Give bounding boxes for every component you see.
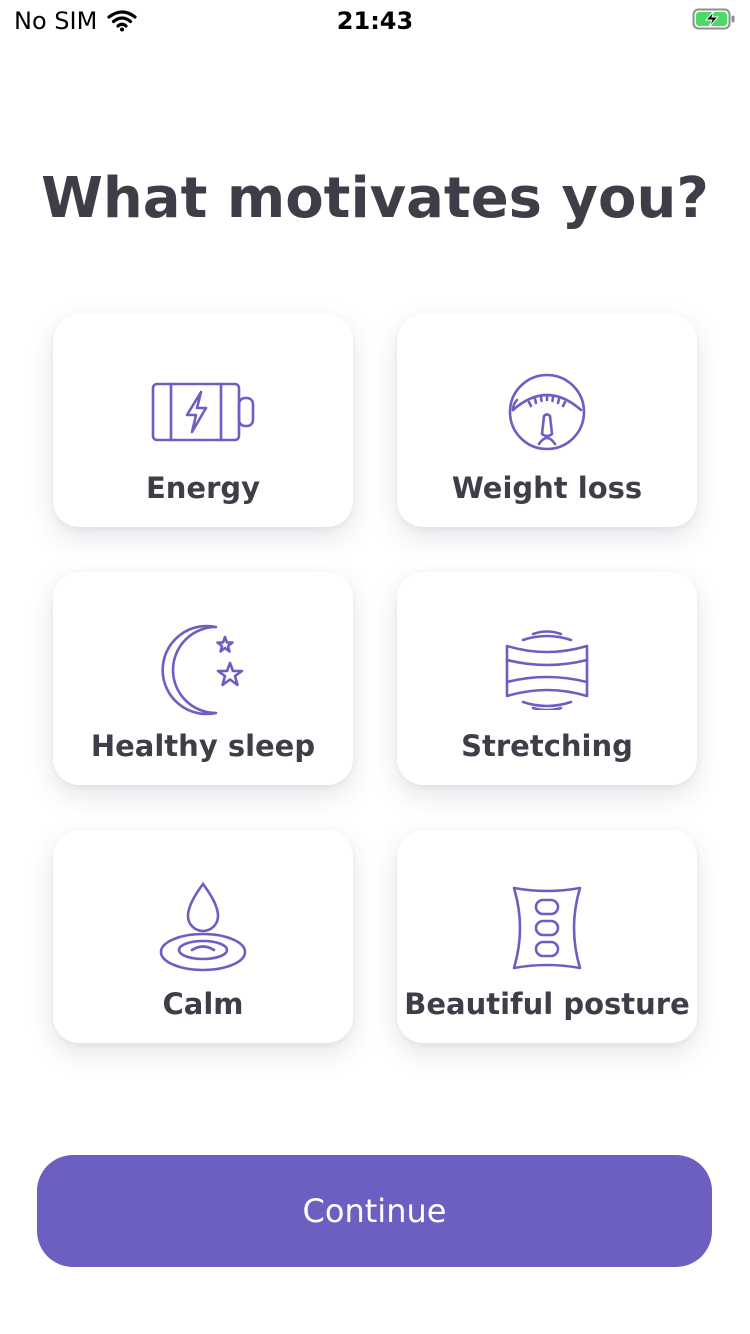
- option-beautiful-posture[interactable]: Beautiful posture: [397, 830, 697, 1043]
- battery-charging-icon: [692, 8, 735, 30]
- option-label: Calm: [162, 987, 244, 1021]
- option-energy[interactable]: Energy: [53, 314, 353, 527]
- continue-button[interactable]: Continue: [37, 1155, 712, 1267]
- option-label: Weight loss: [451, 471, 643, 505]
- status-bar: No SIM 21:43: [0, 0, 750, 40]
- status-time: 21:43: [336, 7, 414, 35]
- option-label: Beautiful posture: [404, 987, 690, 1021]
- stretch-icon: [397, 620, 697, 720]
- spine-icon: [397, 878, 697, 978]
- option-healthy-sleep[interactable]: Healthy sleep: [53, 572, 353, 785]
- option-label: Stretching: [461, 729, 633, 763]
- option-label: Healthy sleep: [90, 729, 316, 763]
- moon-stars-icon: [53, 620, 353, 720]
- page-title: What motivates you?: [41, 166, 709, 231]
- option-calm[interactable]: Calm: [53, 830, 353, 1043]
- option-weight-loss[interactable]: Weight loss: [397, 314, 697, 527]
- option-label: Energy: [145, 471, 261, 505]
- motivation-options: Energy Weight loss Healthy sleep Stretch…: [53, 314, 697, 1043]
- battery-bolt-icon: [53, 362, 353, 462]
- water-drop-icon: [53, 878, 353, 978]
- scale-icon: [397, 362, 697, 462]
- option-stretching[interactable]: Stretching: [397, 572, 697, 785]
